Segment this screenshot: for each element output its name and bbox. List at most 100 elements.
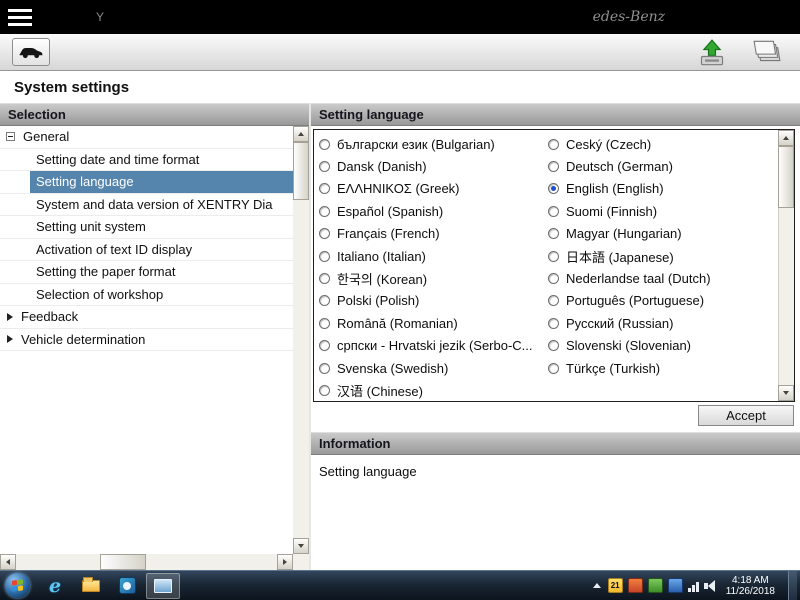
language-option-serbo-croatian[interactable]: српски - Hrvatski jezik (Serbo-C... [319,335,548,357]
hidden-icons-arrow-icon[interactable] [593,583,601,588]
radio-icon[interactable] [548,139,559,150]
tree-item-unit-system[interactable]: Setting unit system [0,216,293,239]
tree-item-setting-language[interactable]: Setting language [0,171,293,194]
tree-item-paper-format[interactable]: Setting the paper format [0,261,293,284]
active-window-button[interactable] [146,573,180,599]
tree-item-vehicle-determination[interactable]: Vehicle determination [0,329,293,352]
language-option-bulgarian[interactable]: български език (Bulgarian) [319,133,548,155]
language-option-label: Magyar (Hungarian) [566,226,682,241]
radio-icon[interactable] [548,295,559,306]
scrollbar-thumb[interactable] [100,554,146,570]
radio-icon[interactable] [548,228,559,239]
tree-item-label: Setting language [36,174,134,189]
language-option-italian[interactable]: Italiano (Italian) [319,245,548,267]
radio-icon[interactable] [319,228,330,239]
tree-item-workshop[interactable]: Selection of workshop [0,284,293,307]
tree-vertical-scrollbar[interactable] [293,126,309,554]
expand-icon[interactable] [7,335,13,343]
selection-panel: Selection General Setting date and time … [0,103,311,570]
tree-item-system-data-version[interactable]: System and data version of XENTRY Dia [0,194,293,217]
start-button[interactable] [5,573,30,598]
blue-app-tray-icon[interactable] [668,578,683,593]
radio-icon[interactable] [319,161,330,172]
radio-icon[interactable] [548,273,559,284]
scroll-up-button[interactable] [778,130,794,146]
language-option-polish[interactable]: Polski (Polish) [319,290,548,312]
language-option-chinese[interactable]: 汉语 (Chinese) [319,379,548,400]
language-option-danish[interactable]: Dansk (Danish) [319,155,548,177]
tree-horizontal-scrollbar[interactable] [0,554,293,570]
language-option-greek[interactable]: ΕΛΛΗΝΙΚΟΣ (Greek) [319,178,548,200]
system-tray: 21 4:18 AM 11/26/2018 [593,571,800,600]
expand-icon[interactable] [7,313,13,321]
vehicle-button[interactable] [12,38,50,66]
menu-icon[interactable] [8,9,32,26]
language-option-portuguese[interactable]: Português (Portuguese) [548,290,777,312]
radio-icon[interactable] [319,251,330,262]
radio-icon[interactable] [548,318,559,329]
radio-icon[interactable] [548,161,559,172]
show-desktop-button[interactable] [788,571,797,600]
language-option-french[interactable]: Français (French) [319,223,548,245]
manuals-button[interactable] [746,38,788,66]
explorer-button[interactable] [74,573,108,599]
language-option-label: Dansk (Danish) [337,159,427,174]
app-button[interactable] [110,573,144,599]
radio-icon[interactable] [319,295,330,306]
tree-item-date-time-format[interactable]: Setting date and time format [0,149,293,172]
clock[interactable]: 4:18 AM 11/26/2018 [720,575,783,597]
scroll-down-button[interactable] [778,385,794,401]
radio-icon[interactable] [319,273,330,284]
language-option-hungarian[interactable]: Magyar (Hungarian) [548,223,777,245]
radio-icon[interactable] [548,206,559,217]
radio-icon[interactable] [319,340,330,351]
information-panel-header: Information [311,432,800,455]
scrollbar-thumb[interactable] [778,146,794,208]
shield-tray-icon[interactable] [628,578,643,593]
accept-button[interactable]: Accept [698,405,794,426]
language-option-czech[interactable]: Ceský (Czech) [548,133,777,155]
selection-tree: General Setting date and time format Set… [0,126,309,570]
internet-explorer-button[interactable]: e [38,573,72,599]
scroll-up-button[interactable] [293,126,309,142]
network-icon[interactable] [688,580,699,592]
language-option-english[interactable]: English (English) [548,178,777,200]
scroll-right-button[interactable] [277,554,293,570]
tree-item-general[interactable]: General [0,126,293,149]
language-option-finnish[interactable]: Suomi (Finnish) [548,200,777,222]
language-option-russian[interactable]: Русский (Russian) [548,312,777,334]
language-option-spanish[interactable]: Español (Spanish) [319,200,548,222]
language-option-slovenian[interactable]: Slovenski (Slovenian) [548,335,777,357]
tree-item-feedback[interactable]: Feedback [0,306,293,329]
language-option-romanian[interactable]: Română (Romanian) [319,312,548,334]
language-option-label: Svenska (Swedish) [337,361,448,376]
language-list-scrollbar[interactable] [778,130,794,401]
scroll-down-button[interactable] [293,538,309,554]
install-update-button[interactable] [692,38,732,66]
language-option-swedish[interactable]: Svenska (Swedish) [319,357,548,379]
calendar-tray-icon[interactable]: 21 [608,578,623,593]
language-option-turkish[interactable]: Türkçe (Turkish) [548,357,777,379]
radio-icon[interactable] [319,318,330,329]
language-option-japanese[interactable]: 日本語 (Japanese) [548,245,777,267]
language-option-german[interactable]: Deutsch (German) [548,155,777,177]
collapse-icon[interactable] [6,132,15,141]
radio-checked-icon[interactable] [548,183,559,194]
radio-icon[interactable] [548,363,559,374]
language-option-label: Nederlandse taal (Dutch) [566,271,711,286]
radio-icon[interactable] [319,363,330,374]
language-option-korean[interactable]: 한국의 (Korean) [319,267,548,289]
radio-icon[interactable] [548,340,559,351]
radio-icon[interactable] [548,251,559,262]
scrollbar-thumb[interactable] [293,142,309,200]
language-option-label: Polski (Polish) [337,293,419,308]
language-option-dutch[interactable]: Nederlandse taal (Dutch) [548,267,777,289]
tree-item-text-id-display[interactable]: Activation of text ID display [0,239,293,262]
volume-icon[interactable] [704,580,715,592]
radio-icon[interactable] [319,139,330,150]
scroll-left-button[interactable] [0,554,16,570]
radio-icon[interactable] [319,385,330,396]
radio-icon[interactable] [319,183,330,194]
radio-icon[interactable] [319,206,330,217]
green-app-tray-icon[interactable] [648,578,663,593]
